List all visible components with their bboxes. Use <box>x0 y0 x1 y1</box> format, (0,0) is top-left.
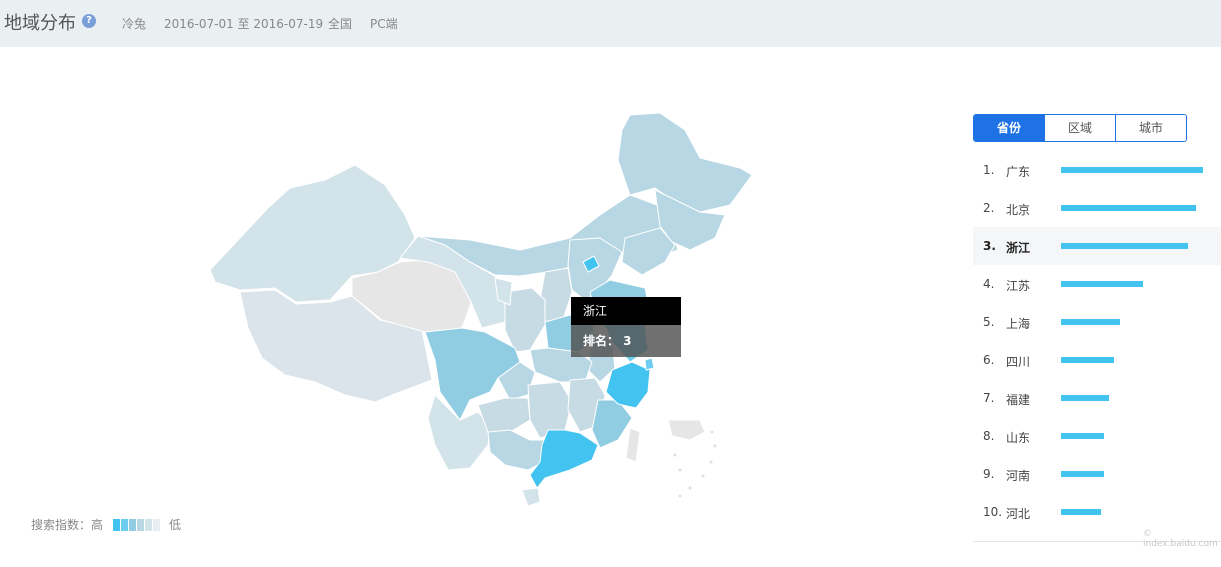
rank-province-name: 浙江 <box>1006 241 1031 255</box>
south-china-sea-islands <box>673 430 717 498</box>
province-guizhou[interactable] <box>477 397 531 433</box>
tooltip-rank: 排名： 3 <box>571 325 681 357</box>
ranking-row[interactable]: 10. 河北 <box>973 493 1221 531</box>
rank-bar <box>1061 509 1101 515</box>
rank-number: 3. <box>983 239 996 253</box>
rank-bar <box>1061 167 1203 173</box>
rank-number: 4. <box>983 277 995 291</box>
ranking-list: 1. 广东 2. 北京 3. 浙江 4. 江苏 5. 上海 6. 四川 7. 福建 8. 山东 9. 河南 10. 河… <box>973 151 1221 531</box>
rank-bar <box>1061 471 1104 477</box>
legend-swatches <box>113 518 161 531</box>
ranking-row[interactable]: 8. 山东 <box>973 417 1221 455</box>
rank-province-name: 广东 <box>1006 165 1031 179</box>
legend-swatch <box>113 518 121 531</box>
legend-swatch <box>121 518 129 531</box>
province-heilongjiang[interactable] <box>617 112 753 213</box>
ranking-row[interactable]: 4. 江苏 <box>973 265 1221 303</box>
south-china-sea-inset <box>667 419 706 441</box>
ranking-row[interactable]: 6. 四川 <box>973 341 1221 379</box>
ranking-row[interactable]: 3. 浙江 <box>973 227 1221 265</box>
rank-province-name: 河北 <box>1006 507 1031 521</box>
province-hainan[interactable] <box>521 487 541 507</box>
legend-swatch <box>129 518 137 531</box>
rank-bar <box>1061 357 1114 363</box>
legend-swatch <box>137 518 145 531</box>
rank-province-name: 四川 <box>1006 355 1031 369</box>
rank-number: 10. <box>983 505 1003 519</box>
rank-number: 2. <box>983 201 995 215</box>
rank-number: 1. <box>983 163 995 177</box>
ranking-row[interactable]: 1. 广东 <box>973 151 1221 189</box>
rank-bar <box>1061 243 1188 249</box>
rank-number: 5. <box>983 315 995 329</box>
legend-suffix: 低 <box>169 518 182 532</box>
rank-bar <box>1061 319 1120 325</box>
province-guangdong[interactable] <box>529 429 599 489</box>
rank-bar <box>1061 281 1143 287</box>
tooltip-province: 浙江 <box>571 297 681 325</box>
rank-tabs: 省份 区域 城市 <box>973 114 1187 142</box>
province-taiwan[interactable] <box>625 427 641 463</box>
legend-prefix: 搜索指数：高 <box>31 518 104 532</box>
ranking-row[interactable]: 5. 上海 <box>973 303 1221 341</box>
rank-province-name: 上海 <box>1006 317 1031 331</box>
rank-number: 6. <box>983 353 995 367</box>
tab-region[interactable]: 区域 <box>1044 115 1115 141</box>
rank-number: 7. <box>983 391 995 405</box>
legend-swatch <box>145 518 153 531</box>
ranking-row[interactable]: 7. 福建 <box>973 379 1221 417</box>
province-shanghai[interactable] <box>644 357 655 371</box>
ranking-row[interactable]: 9. 河南 <box>973 455 1221 493</box>
ranking-row[interactable]: 2. 北京 <box>973 189 1221 227</box>
rank-province-name: 河南 <box>1006 469 1031 483</box>
rank-bar <box>1061 433 1104 439</box>
watermark: © index.baidu.com <box>1143 529 1218 549</box>
search-index-legend: 搜索指数：高 低 <box>31 516 181 533</box>
rank-province-name: 江苏 <box>1006 279 1031 293</box>
tab-province[interactable]: 省份 <box>974 115 1044 141</box>
rank-province-name: 福建 <box>1006 393 1031 407</box>
legend-swatch <box>153 518 161 531</box>
province-tooltip: 浙江 排名： 3 <box>571 297 681 357</box>
rank-bar <box>1061 395 1109 401</box>
rank-bar <box>1061 205 1196 211</box>
rank-province-name: 北京 <box>1006 203 1031 217</box>
rank-number: 9. <box>983 467 995 481</box>
rank-province-name: 山东 <box>1006 431 1031 445</box>
tab-city[interactable]: 城市 <box>1115 115 1186 141</box>
rank-number: 8. <box>983 429 995 443</box>
province-fujian[interactable] <box>591 399 633 449</box>
